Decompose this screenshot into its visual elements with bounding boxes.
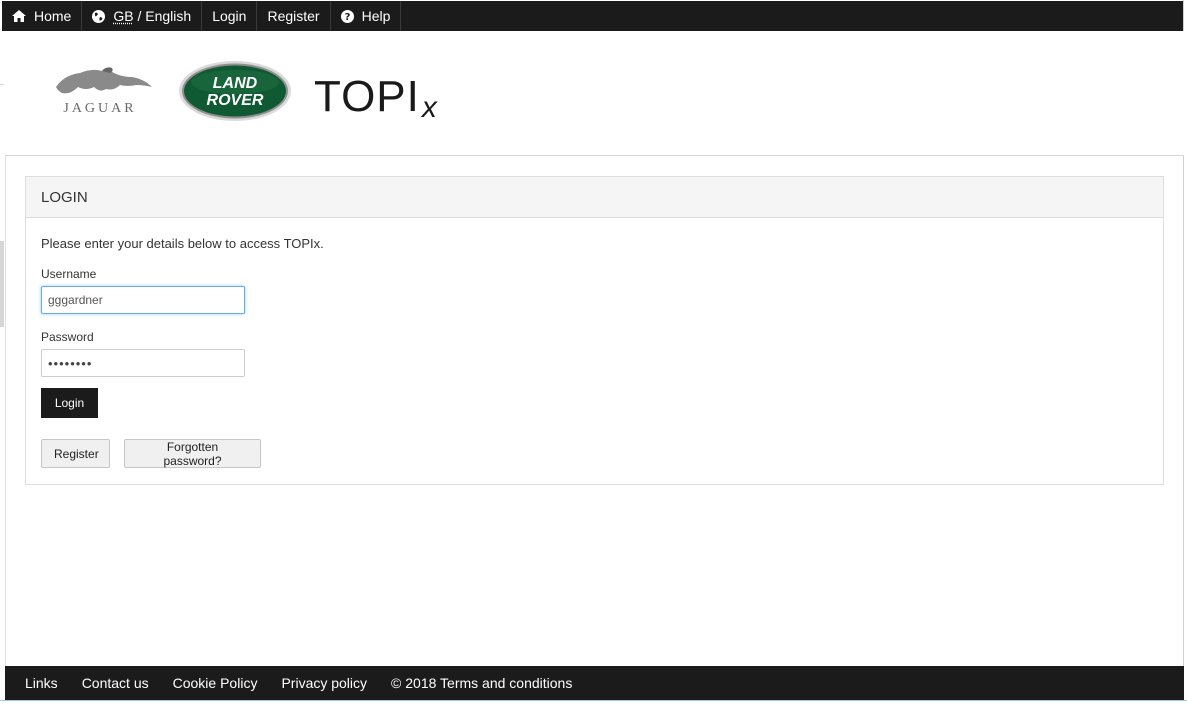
top-navigation: Home GB / English Login Register ? Help <box>2 1 1183 31</box>
username-input[interactable] <box>41 286 245 314</box>
login-panel-heading: LOGIN <box>26 177 1163 218</box>
nav-register-label: Register <box>267 8 320 24</box>
jaguar-leaper-icon <box>56 67 152 94</box>
nav-login[interactable]: Login <box>202 1 258 31</box>
footer-privacy-policy[interactable]: Privacy policy <box>281 675 367 691</box>
footer-links[interactable]: Links <box>25 675 58 691</box>
globe-icon <box>92 9 106 23</box>
footer-terms[interactable]: © 2018 Terms and conditions <box>391 675 572 691</box>
edge-scroll-mark <box>0 241 4 327</box>
nav-locale-region: GB <box>113 8 134 24</box>
nav-help[interactable]: ? Help <box>331 1 402 31</box>
password-input[interactable]: •••••••• <box>41 349 245 377</box>
jaguar-wordmark: JAGUAR <box>63 101 137 116</box>
login-panel: LOGIN Please enter your details below to… <box>25 176 1164 485</box>
topix-wordmark: TOPI <box>314 72 420 121</box>
land-rover-line1: LAND <box>213 75 258 92</box>
footer-bar: Links Contact us Cookie Policy Privacy p… <box>5 666 1184 700</box>
nav-locale[interactable]: GB / English <box>82 1 203 31</box>
footer-cookie-policy[interactable]: Cookie Policy <box>173 675 258 691</box>
nav-help-label: Help <box>361 8 391 24</box>
topix-logo: TOPI x <box>314 69 437 123</box>
nav-home-label: Home <box>34 8 72 24</box>
topix-x-mark: x <box>421 91 437 124</box>
nav-login-label: Login <box>212 8 247 24</box>
window-bottom-border <box>0 700 1187 704</box>
forgotten-password-button[interactable]: Forgotten password? <box>124 439 261 468</box>
land-rover-line2: ROVER <box>207 92 264 109</box>
password-label: Password <box>41 330 94 344</box>
edge-mark <box>0 84 4 85</box>
svg-text:?: ? <box>344 12 350 23</box>
land-rover-logo: LAND ROVER <box>178 60 292 122</box>
nav-locale-separator: / <box>133 8 146 24</box>
jaguar-logo: JAGUAR <box>44 65 156 117</box>
username-label: Username <box>41 267 97 281</box>
help-icon: ? <box>340 9 354 23</box>
home-icon <box>12 10 26 22</box>
nav-locale-language: English <box>145 8 192 24</box>
nav-register[interactable]: Register <box>257 1 331 31</box>
footer-contact-us[interactable]: Contact us <box>82 675 149 691</box>
register-button[interactable]: Register <box>41 439 110 468</box>
brand-header: JAGUAR LAND ROVER TOPI x <box>5 31 1184 156</box>
login-intro-text: Please enter your details below to acces… <box>41 236 324 251</box>
nav-home[interactable]: Home <box>2 1 83 31</box>
login-button[interactable]: Login <box>41 388 98 418</box>
